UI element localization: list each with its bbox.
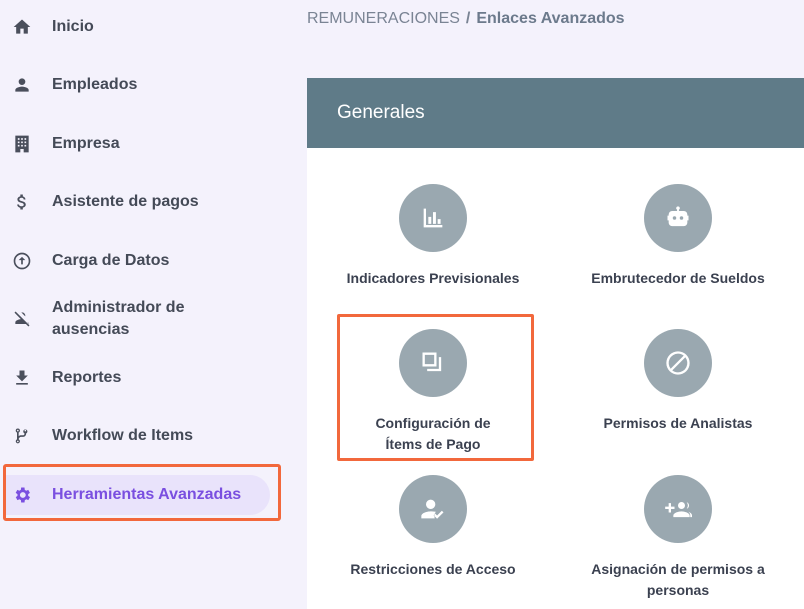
tool-label: Embrutecedor de Sueldos [591, 270, 765, 286]
robot-icon [644, 184, 712, 252]
breadcrumb-current: Enlaces Avanzados [476, 10, 625, 27]
bar-chart-icon [399, 184, 467, 252]
sidebar-item-label: Administrador de ausencias [52, 299, 185, 338]
sidebar-item-empleados[interactable]: Empleados [0, 74, 292, 96]
person-off-icon [11, 308, 33, 330]
upload-circle-icon [11, 250, 33, 272]
sidebar-item-administrador-ausencias[interactable]: Administrador de ausencias [0, 297, 292, 341]
sidebar-item-asistente-pagos[interactable]: Asistente de pagos [0, 191, 292, 213]
sidebar-item-label: Workflow de Items [52, 427, 194, 444]
sidebar-item-label: Inicio [52, 18, 94, 35]
tool-indicadores-previsionales[interactable]: Indicadores Previsionales [323, 184, 543, 289]
breadcrumb: REMUNERACIONES / Enlaces Avanzados [307, 10, 625, 28]
sidebar-item-inicio[interactable]: Inicio [0, 16, 292, 38]
highlight-box [3, 464, 281, 521]
tool-label: Asignación de permisos a personas [591, 561, 765, 598]
tool-embrutecedor-sueldos[interactable]: Embrutecedor de Sueldos [568, 184, 788, 289]
sidebar-item-label: Carga de Datos [52, 252, 170, 269]
tool-restricciones-acceso[interactable]: Restricciones de Acceso [323, 475, 543, 580]
tool-label: Restricciones de Acceso [350, 561, 516, 577]
panel-title: Generales [337, 102, 425, 123]
sidebar-item-label: Empleados [52, 76, 138, 93]
highlight-box [337, 314, 534, 461]
sidebar: Inicio Empleados Empresa Asistente de pa… [0, 0, 292, 609]
tool-label: Permisos de Analistas [603, 415, 753, 431]
home-icon [11, 16, 33, 38]
download-icon [11, 367, 33, 389]
panel-header: Generales [307, 78, 804, 148]
sidebar-item-carga-datos[interactable]: Carga de Datos [0, 250, 292, 272]
branch-icon [11, 425, 33, 447]
sidebar-item-empresa[interactable]: Empresa [0, 133, 292, 155]
tool-permisos-analistas[interactable]: Permisos de Analistas [568, 329, 788, 434]
sidebar-item-reportes[interactable]: Reportes [0, 367, 292, 389]
person-icon [11, 74, 33, 96]
sidebar-item-label: Empresa [52, 135, 120, 152]
tool-label: Indicadores Previsionales [346, 270, 520, 286]
block-icon [644, 329, 712, 397]
sidebar-item-label: Asistente de pagos [52, 193, 199, 210]
group-add-icon [644, 475, 712, 543]
breadcrumb-separator: / [465, 10, 471, 27]
dollar-icon [11, 191, 33, 213]
person-check-icon [399, 475, 467, 543]
tool-asignacion-permisos[interactable]: Asignación de permisos a personas [568, 475, 788, 601]
sidebar-item-label: Reportes [52, 369, 122, 386]
breadcrumb-root[interactable]: REMUNERACIONES [307, 10, 460, 27]
building-icon [11, 133, 33, 155]
sidebar-item-workflow-items[interactable]: Workflow de Items [0, 425, 292, 447]
